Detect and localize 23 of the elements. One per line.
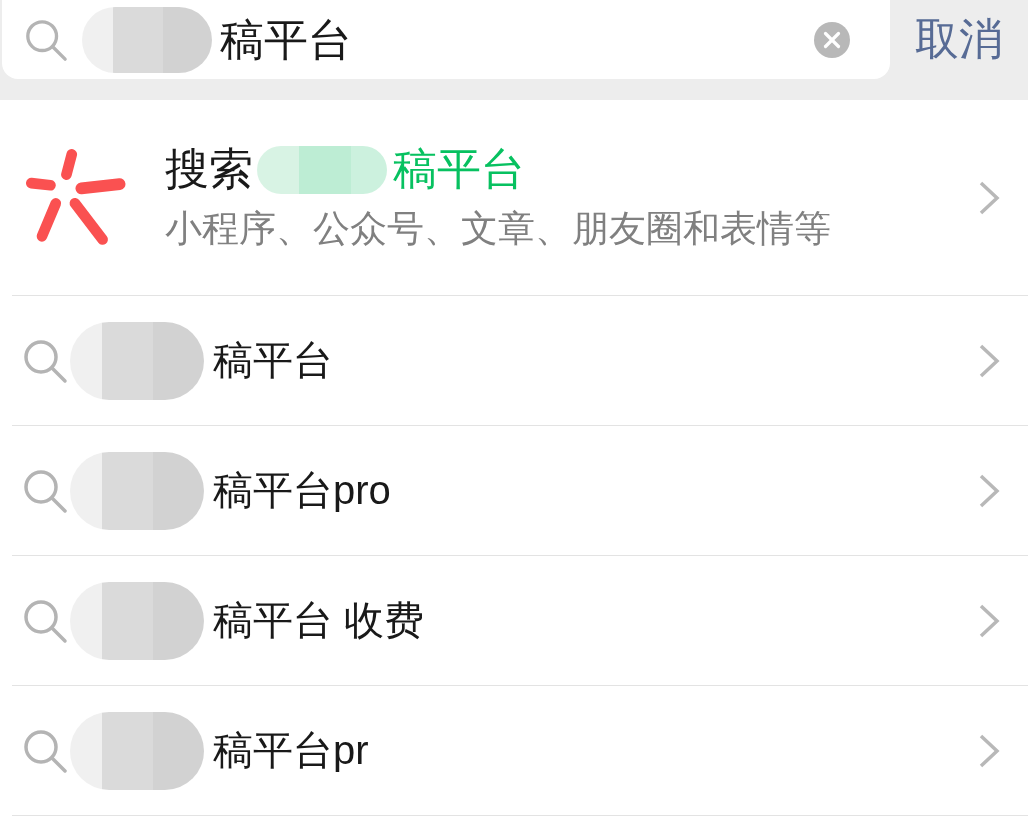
- search-scope-text: 小程序、公众号、文章、朋友圈和表情等: [165, 206, 832, 251]
- suggestion-item[interactable]: 稿平台: [12, 296, 1028, 426]
- search-icon: [24, 17, 68, 62]
- search-field[interactable]: 稿平台: [2, 0, 890, 79]
- chevron-icon: [978, 179, 1000, 216]
- search-query: 稿平台: [220, 14, 352, 66]
- cancel-button[interactable]: 取消: [890, 0, 1028, 79]
- suggestion-item[interactable]: 稿平台pro: [12, 426, 1028, 556]
- suggestion-item[interactable]: 稿平台 收费: [12, 556, 1028, 686]
- chevron-icon: [978, 342, 1000, 379]
- clear-icon[interactable]: [814, 21, 850, 58]
- suggestion-item[interactable]: 稿平台pr: [12, 686, 1028, 816]
- search-icon: [22, 337, 68, 384]
- sparkle-logo-icon: [26, 148, 126, 247]
- search-label: 搜索: [165, 143, 253, 195]
- search-icon: [22, 597, 68, 644]
- search-all-item[interactable]: 搜索 稿平台 小程序、公众号、文章、朋友圈和表情等: [12, 100, 1028, 296]
- search-icon: [22, 467, 68, 514]
- chevron-icon: [978, 472, 1000, 509]
- search-icon: [22, 727, 68, 774]
- query-text: 稿平台: [393, 143, 525, 195]
- chevron-icon: [978, 732, 1000, 769]
- chevron-icon: [978, 602, 1000, 639]
